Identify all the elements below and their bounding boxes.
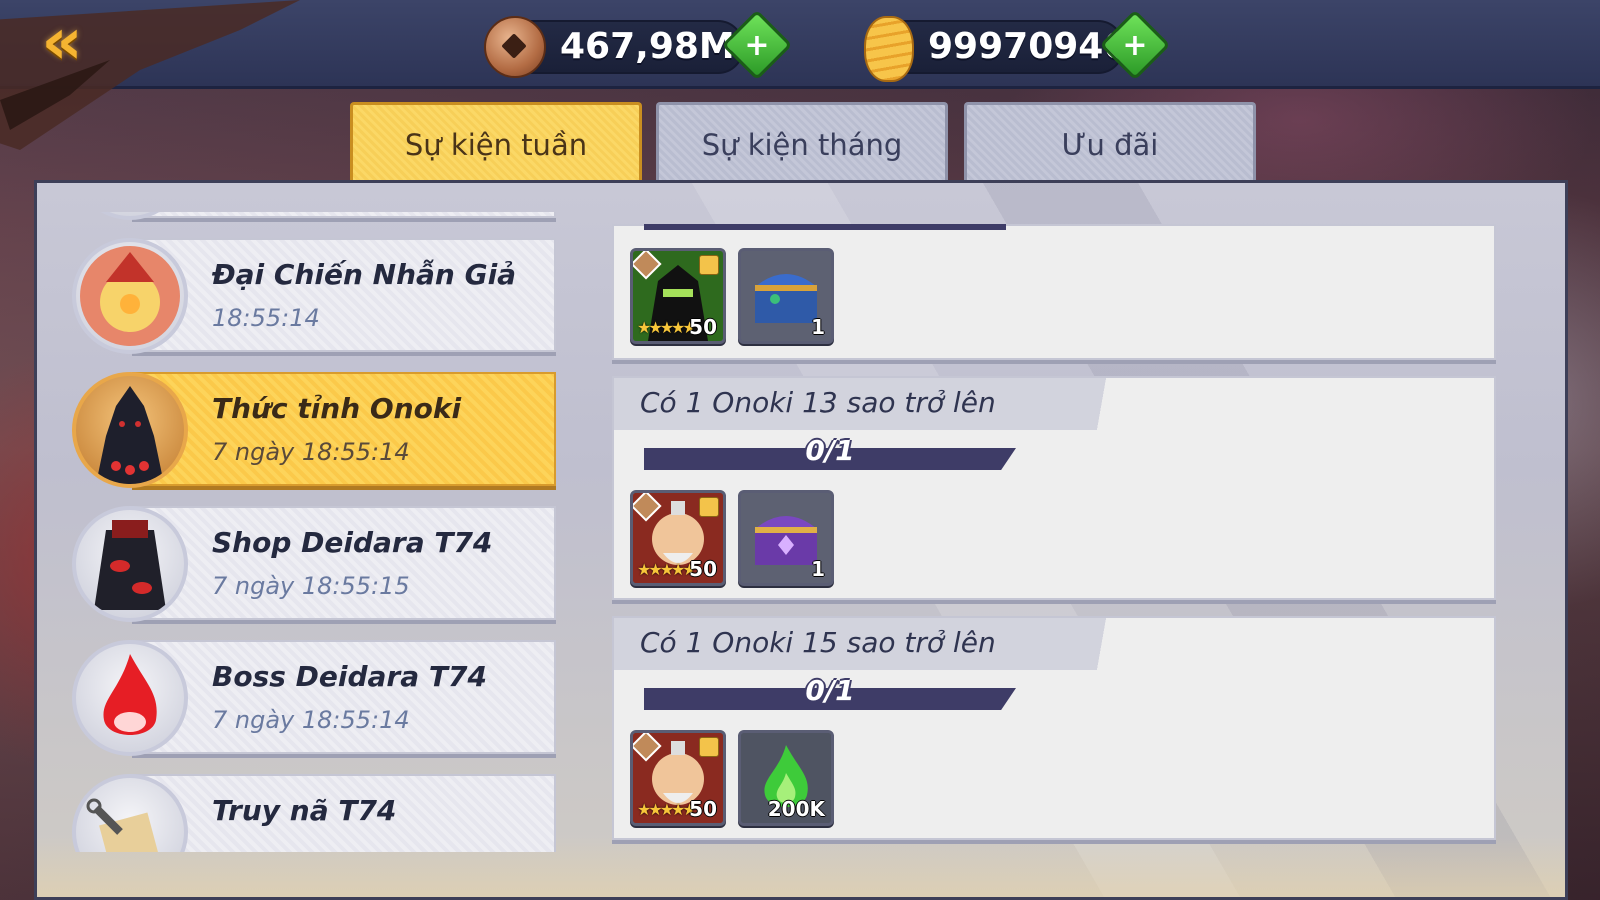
- puzzle-piece-icon: [699, 255, 719, 275]
- tab-offers[interactable]: Ưu đãi: [964, 102, 1256, 185]
- list-item-boss-deidara[interactable]: Boss Deidara T74 7 ngày 18:55:14: [72, 640, 556, 756]
- event-title: Thức tỉnh Onoki: [212, 392, 462, 425]
- akatsuki-cloak-avatar-icon: [72, 506, 188, 622]
- plus-icon: +: [1122, 27, 1148, 63]
- mission-title: Có 1 Onoki 13 sao trở lên: [640, 386, 996, 419]
- blue-chest-icon[interactable]: 1: [738, 248, 834, 344]
- mission-card: ★★★★★ 50 1: [612, 224, 1496, 360]
- event-title: Boss Deidara T74: [212, 660, 487, 693]
- add-coins-button[interactable]: +: [721, 9, 793, 81]
- list-card: [132, 238, 556, 352]
- mission-header: Có 1 Onoki 13 sao trở lên: [614, 378, 1164, 430]
- onoki-fragment-icon[interactable]: ★★★★★ 50: [630, 490, 726, 586]
- tab-weekly-events[interactable]: Sự kiện tuần: [350, 102, 642, 185]
- coin-counter: 467,98M +: [484, 9, 793, 81]
- star-rating: ★★★★★: [637, 318, 697, 337]
- list-item-truy-na[interactable]: Truy nã T74: [72, 774, 556, 852]
- list-card: [132, 506, 556, 620]
- star-rating: ★★★★★: [637, 560, 697, 579]
- tab-label: Sự kiện tháng: [701, 128, 903, 162]
- event-title: Shop Deidara T74: [212, 526, 493, 559]
- mission-title: Có 1 Onoki 15 sao trở lên: [640, 626, 996, 659]
- list-item-partial[interactable]: [72, 212, 556, 220]
- onoki-fragment-icon[interactable]: ★★★★★ 50: [630, 730, 726, 826]
- event-title: Truy nã T74: [212, 794, 397, 827]
- mission-header: Có 1 Onoki 15 sao trở lên: [614, 618, 1164, 670]
- event-timer: 7 ngày 18:55:14: [212, 438, 410, 466]
- tab-monthly-events[interactable]: Sự kiện tháng: [656, 102, 948, 185]
- gold-ryo-icon: [864, 16, 914, 82]
- mission-list[interactable]: ★★★★★ 50 1 Có 1 Onoki 13 sao trở lên 0/1…: [610, 222, 1500, 844]
- list-item-shop-deidara[interactable]: Shop Deidara T74 7 ngày 18:55:15: [72, 506, 556, 622]
- reward-count: 1: [811, 557, 825, 581]
- reward-count: 50: [689, 557, 717, 581]
- list-item-dai-chien[interactable]: Đại Chiến Nhẫn Giả 18:55:14: [72, 238, 556, 354]
- star-rating: ★★★★★: [637, 800, 697, 819]
- list-item-onoki[interactable]: Thức tỉnh Onoki 7 ngày 18:55:14: [72, 372, 556, 488]
- reward-count: 50: [689, 797, 717, 821]
- event-title: Đại Chiến Nhẫn Giả: [212, 258, 517, 291]
- event-list[interactable]: Đại Chiến Nhẫn Giả 18:55:14 Thức tỉnh On…: [68, 212, 568, 852]
- top-bar: « 467,98M + 99970946 +: [0, 0, 1600, 150]
- green-flame-icon[interactable]: 200K: [738, 730, 834, 826]
- plus-icon: +: [744, 27, 770, 63]
- ryo-counter: 99970946 +: [864, 9, 1171, 82]
- reward-count: 50: [689, 315, 717, 339]
- list-card: [132, 212, 556, 218]
- onoki-silhouette-avatar-icon: [72, 372, 188, 488]
- progress-label-wrap: 0/1: [644, 674, 1016, 710]
- puzzle-piece-icon: [699, 497, 719, 517]
- event-timer: 7 ngày 18:55:14: [212, 706, 410, 734]
- mission-card: Có 1 Onoki 13 sao trở lên 0/1 ★★★★★ 50 1: [612, 376, 1496, 600]
- red-flame-avatar-icon: [72, 640, 188, 756]
- event-timer: 18:55:14: [212, 304, 320, 332]
- add-ryo-button[interactable]: +: [1099, 9, 1171, 81]
- tab-label: Ưu đãi: [1061, 128, 1159, 162]
- progress-text: 0/1: [805, 674, 855, 707]
- reward-count: 200K: [767, 797, 825, 821]
- list-card: [132, 640, 556, 754]
- puzzle-piece-icon: [699, 737, 719, 757]
- list-card: [132, 372, 556, 486]
- back-chevron-icon[interactable]: «: [26, 10, 98, 74]
- reward-count: 1: [811, 315, 825, 339]
- event-timer: 7 ngày 18:55:15: [212, 572, 410, 600]
- ryo-value: 99970946: [928, 26, 1129, 67]
- coin-value: 467,98M: [560, 26, 735, 67]
- mission-card: Có 1 Onoki 15 sao trở lên 0/1 ★★★★★ 50 2…: [612, 616, 1496, 840]
- copper-coin-icon: [484, 16, 546, 78]
- progress-text: 0/1: [805, 434, 855, 467]
- nine-tails-avatar-icon: [72, 238, 188, 354]
- progress-bar-partial: [644, 224, 1006, 230]
- tab-label: Sự kiện tuần: [404, 128, 588, 162]
- purple-chest-icon[interactable]: 1: [738, 490, 834, 586]
- zetsu-fragment-icon[interactable]: ★★★★★ 50: [630, 248, 726, 344]
- progress-label-wrap: 0/1: [644, 434, 1016, 470]
